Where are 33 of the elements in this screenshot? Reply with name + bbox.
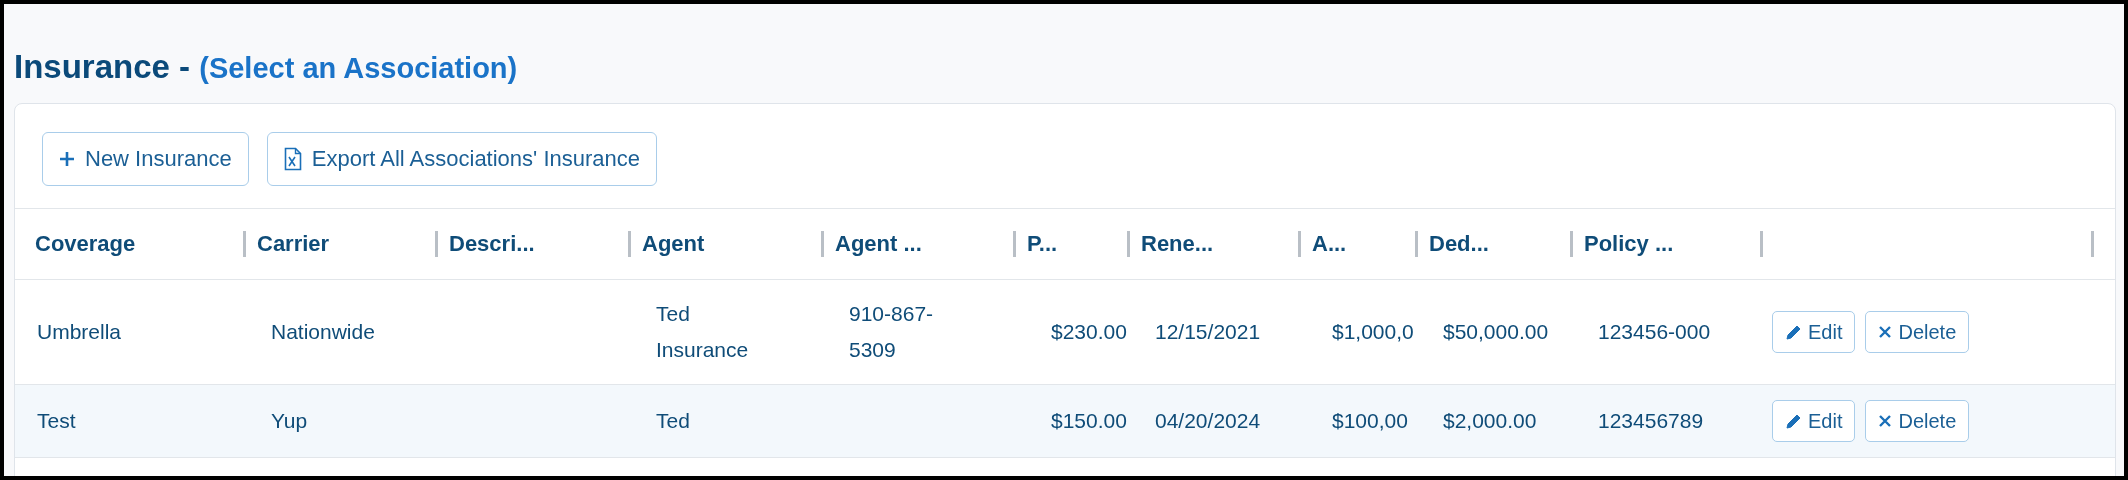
table-cell-text: 123456-000 bbox=[1598, 319, 1711, 345]
close-icon bbox=[1878, 414, 1893, 428]
table-cell-text: $230.00 bbox=[1051, 319, 1127, 345]
close-icon bbox=[1878, 325, 1893, 339]
page-title: Insurance - bbox=[14, 48, 191, 85]
table-cell-text: Ted bbox=[656, 408, 690, 434]
table-cell-text: $1,000,0 bbox=[1332, 319, 1414, 345]
table-cell-text: Yup bbox=[271, 408, 308, 434]
table-cell-text: Umbrella bbox=[37, 319, 122, 345]
pencil-icon bbox=[1785, 323, 1802, 341]
edit-button[interactable]: Edit bbox=[1772, 311, 1856, 353]
table-cell-text: $50,000.00 bbox=[1443, 319, 1549, 345]
table-cell-text: $100,00 bbox=[1332, 408, 1408, 434]
delete-button[interactable]: Delete bbox=[1865, 311, 1970, 353]
table-cell-text: $150.00 bbox=[1051, 408, 1127, 434]
edit-button[interactable]: Edit bbox=[1772, 400, 1856, 442]
spreadsheet-file-icon bbox=[283, 147, 302, 171]
plus-icon bbox=[59, 151, 75, 167]
table-cell-text: 12/15/2021 bbox=[1155, 319, 1261, 345]
new-insurance-button[interactable]: New Insurance bbox=[42, 132, 249, 186]
delete-button[interactable]: Delete bbox=[1865, 400, 1970, 442]
export-button[interactable]: Export All Associations' Insurance bbox=[266, 132, 657, 186]
table-cell-text: 123456789 bbox=[1598, 408, 1704, 434]
table-cell-text: 910-867-5309 bbox=[849, 301, 935, 363]
table-row[interactable]: Test Yup Ted $150.00 04/20/2024 $100,00 $2,000.00 123456789 Edit Delete bbox=[15, 385, 2115, 458]
table-cell-text: 04/20/2024 bbox=[1155, 408, 1261, 434]
table-cell-text: Test bbox=[37, 408, 76, 434]
column-header[interactable]: Coverage bbox=[15, 209, 243, 279]
select-association-link[interactable]: (Select an Association) bbox=[199, 52, 518, 84]
table-cell-text: Nationwide bbox=[271, 319, 375, 345]
table-cell-text: Ted Insurance bbox=[656, 301, 750, 363]
table-cell-text: $2,000.00 bbox=[1443, 408, 1537, 434]
pencil-icon bbox=[1785, 412, 1802, 430]
